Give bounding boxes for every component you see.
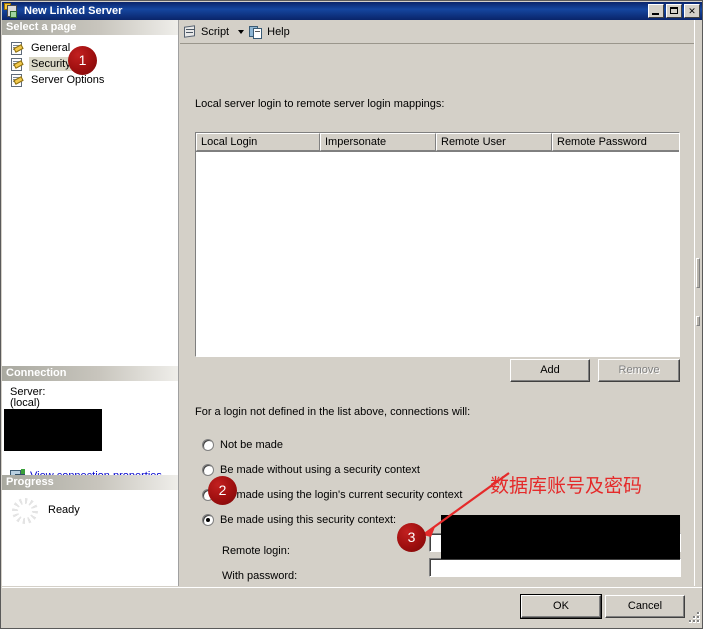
radio-icon[interactable] <box>202 438 214 451</box>
chevron-down-icon[interactable] <box>238 29 245 34</box>
panel-splitter[interactable] <box>694 20 702 586</box>
with-password-label: With password: <box>222 570 298 582</box>
help-icon <box>249 25 264 39</box>
progress-body: Ready <box>2 490 178 568</box>
radio-label: Be made without using a security context <box>220 463 420 476</box>
grid-rows[interactable] <box>196 152 679 356</box>
add-button[interactable]: Add <box>510 359 590 382</box>
connection-redaction-overlay <box>4 409 102 451</box>
dialog-footer: OK Cancel <box>2 587 702 628</box>
help-label: Help <box>267 25 290 38</box>
help-button[interactable]: Help <box>246 22 293 42</box>
progress-status: Ready <box>48 504 80 516</box>
radio-without-security-context[interactable]: Be made without using a security context <box>202 462 420 477</box>
title-bar: New Linked Server ✕ <box>2 2 702 20</box>
connection-section: Connection Server: (local) View connecti… <box>2 366 178 483</box>
connection-header: Connection <box>2 366 178 381</box>
progress-spinner-icon <box>12 498 38 524</box>
script-button[interactable]: Script <box>180 22 232 42</box>
script-icon <box>183 24 198 39</box>
radio-icon[interactable] <box>202 513 214 526</box>
annotation-note: 数据库账号及密码 <box>490 475 643 497</box>
sidebar: Select a page General Security Server Op… <box>2 20 179 586</box>
page-icon <box>10 57 24 71</box>
sidebar-item-server-options[interactable]: Server Options <box>8 72 130 88</box>
window-controls: ✕ <box>648 4 700 18</box>
main-panel: Script Help Local server login to remote… <box>180 20 694 586</box>
splitter-grip[interactable] <box>696 258 700 288</box>
mappings-label: Local server login to remote server logi… <box>195 98 445 110</box>
radio-label: Be made using the login's current securi… <box>220 488 463 501</box>
remote-login-label: Remote login: <box>222 545 290 557</box>
toolbar: Script Help <box>180 20 694 44</box>
sidebar-item-label: Server Options <box>31 74 105 86</box>
radio-label: Not be made <box>220 438 283 451</box>
grid-header-row: Local Login Impersonate Remote User Remo… <box>196 133 679 152</box>
progress-section: Progress Ready <box>2 475 178 568</box>
resize-grip-icon[interactable] <box>687 612 701 626</box>
ok-button[interactable]: OK <box>521 595 601 618</box>
fallback-label: For a login not defined in the list abov… <box>195 406 471 418</box>
sidebar-item-label: General <box>31 42 71 54</box>
grid-column-remote-password[interactable]: Remote Password <box>552 133 679 151</box>
select-page-header: Select a page <box>2 20 178 35</box>
annotation-badge-2: 2 <box>208 476 237 505</box>
radio-label: Be made using this security context: <box>220 513 397 526</box>
page-icon <box>10 41 24 55</box>
splitter-grip[interactable] <box>696 316 700 326</box>
radio-current-security-context[interactable]: Be made using the login's current securi… <box>202 487 462 502</box>
annotation-badge-3: 3 <box>397 523 426 552</box>
remove-button: Remove <box>598 359 680 382</box>
new-linked-server-dialog: New Linked Server ✕ Select a page Genera… <box>0 0 703 629</box>
security-page-body: Local server login to remote server logi… <box>180 45 694 586</box>
close-button[interactable]: ✕ <box>684 4 700 18</box>
annotation-badge-1: 1 <box>68 46 97 75</box>
window-title: New Linked Server <box>24 5 123 17</box>
with-password-input[interactable] <box>429 558 681 577</box>
page-icon <box>10 73 24 87</box>
radio-icon[interactable] <box>202 463 214 476</box>
linked-server-icon <box>4 3 20 19</box>
credentials-redaction-overlay <box>441 515 680 559</box>
minimize-button[interactable] <box>648 4 664 18</box>
grid-column-remote-user[interactable]: Remote User <box>436 133 552 151</box>
cancel-button[interactable]: Cancel <box>605 595 685 618</box>
progress-header: Progress <box>2 475 178 490</box>
login-mappings-grid[interactable]: Local Login Impersonate Remote User Remo… <box>195 132 680 357</box>
grid-column-local-login[interactable]: Local Login <box>196 133 320 151</box>
connection-body: Server: (local) <box>2 381 178 466</box>
maximize-button[interactable] <box>666 4 682 18</box>
radio-not-be-made[interactable]: Not be made <box>202 437 283 452</box>
grid-column-impersonate[interactable]: Impersonate <box>320 133 436 151</box>
server-value: (local) <box>10 397 40 409</box>
script-label: Script <box>201 25 230 38</box>
radio-this-security-context[interactable]: Be made using this security context: <box>202 512 396 527</box>
sidebar-item-label: Security <box>29 57 73 71</box>
